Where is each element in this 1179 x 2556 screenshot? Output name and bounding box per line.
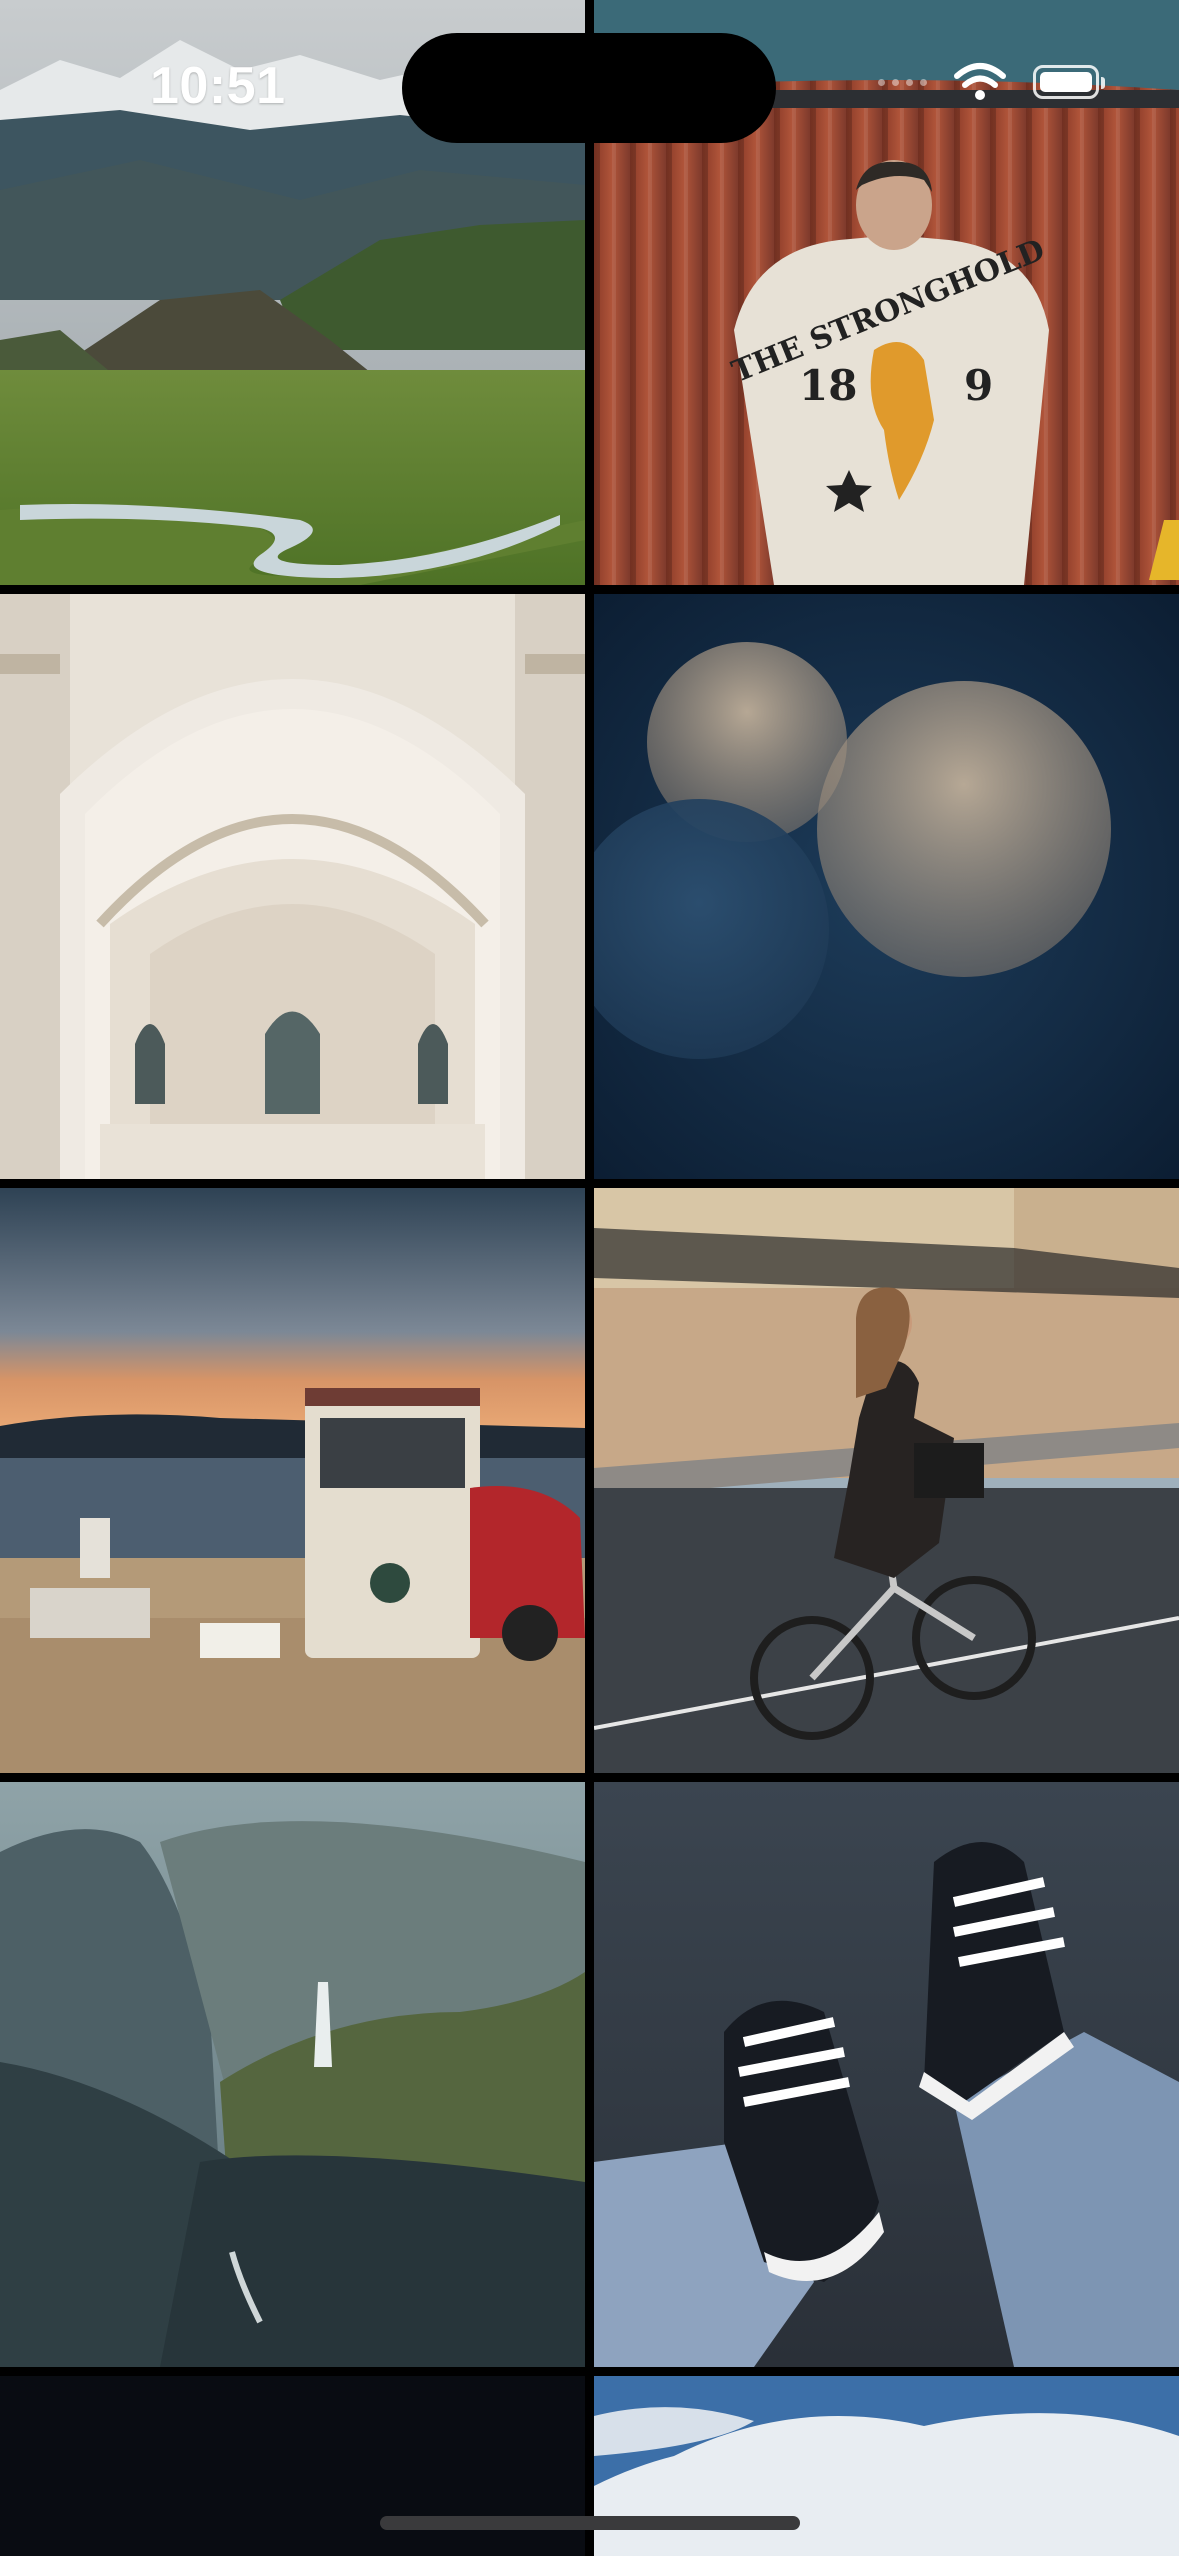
status-icons: [878, 62, 1105, 102]
wifi-icon: [954, 63, 1006, 100]
photo-waterfall-valley[interactable]: [0, 1782, 585, 2367]
home-indicator[interactable]: [380, 2516, 800, 2530]
jacket-number-left: 18: [799, 361, 857, 410]
photo-lakeside-camp[interactable]: [0, 1188, 585, 1773]
photo-ornate-arch[interactable]: [0, 594, 585, 1179]
cellular-signal-icon: [878, 78, 927, 86]
photo-cyclist[interactable]: [594, 1188, 1179, 1773]
photo-bokeh-circles[interactable]: [594, 594, 1179, 1179]
photo-sneakers[interactable]: [594, 1782, 1179, 2367]
status-time: 10:51: [150, 57, 286, 115]
dynamic-island: [402, 33, 776, 143]
photo-grid: THE STRONGHOLD 18 9: [0, 0, 1179, 2556]
jacket-number-right: 9: [964, 361, 993, 410]
battery-icon: [1033, 65, 1105, 99]
